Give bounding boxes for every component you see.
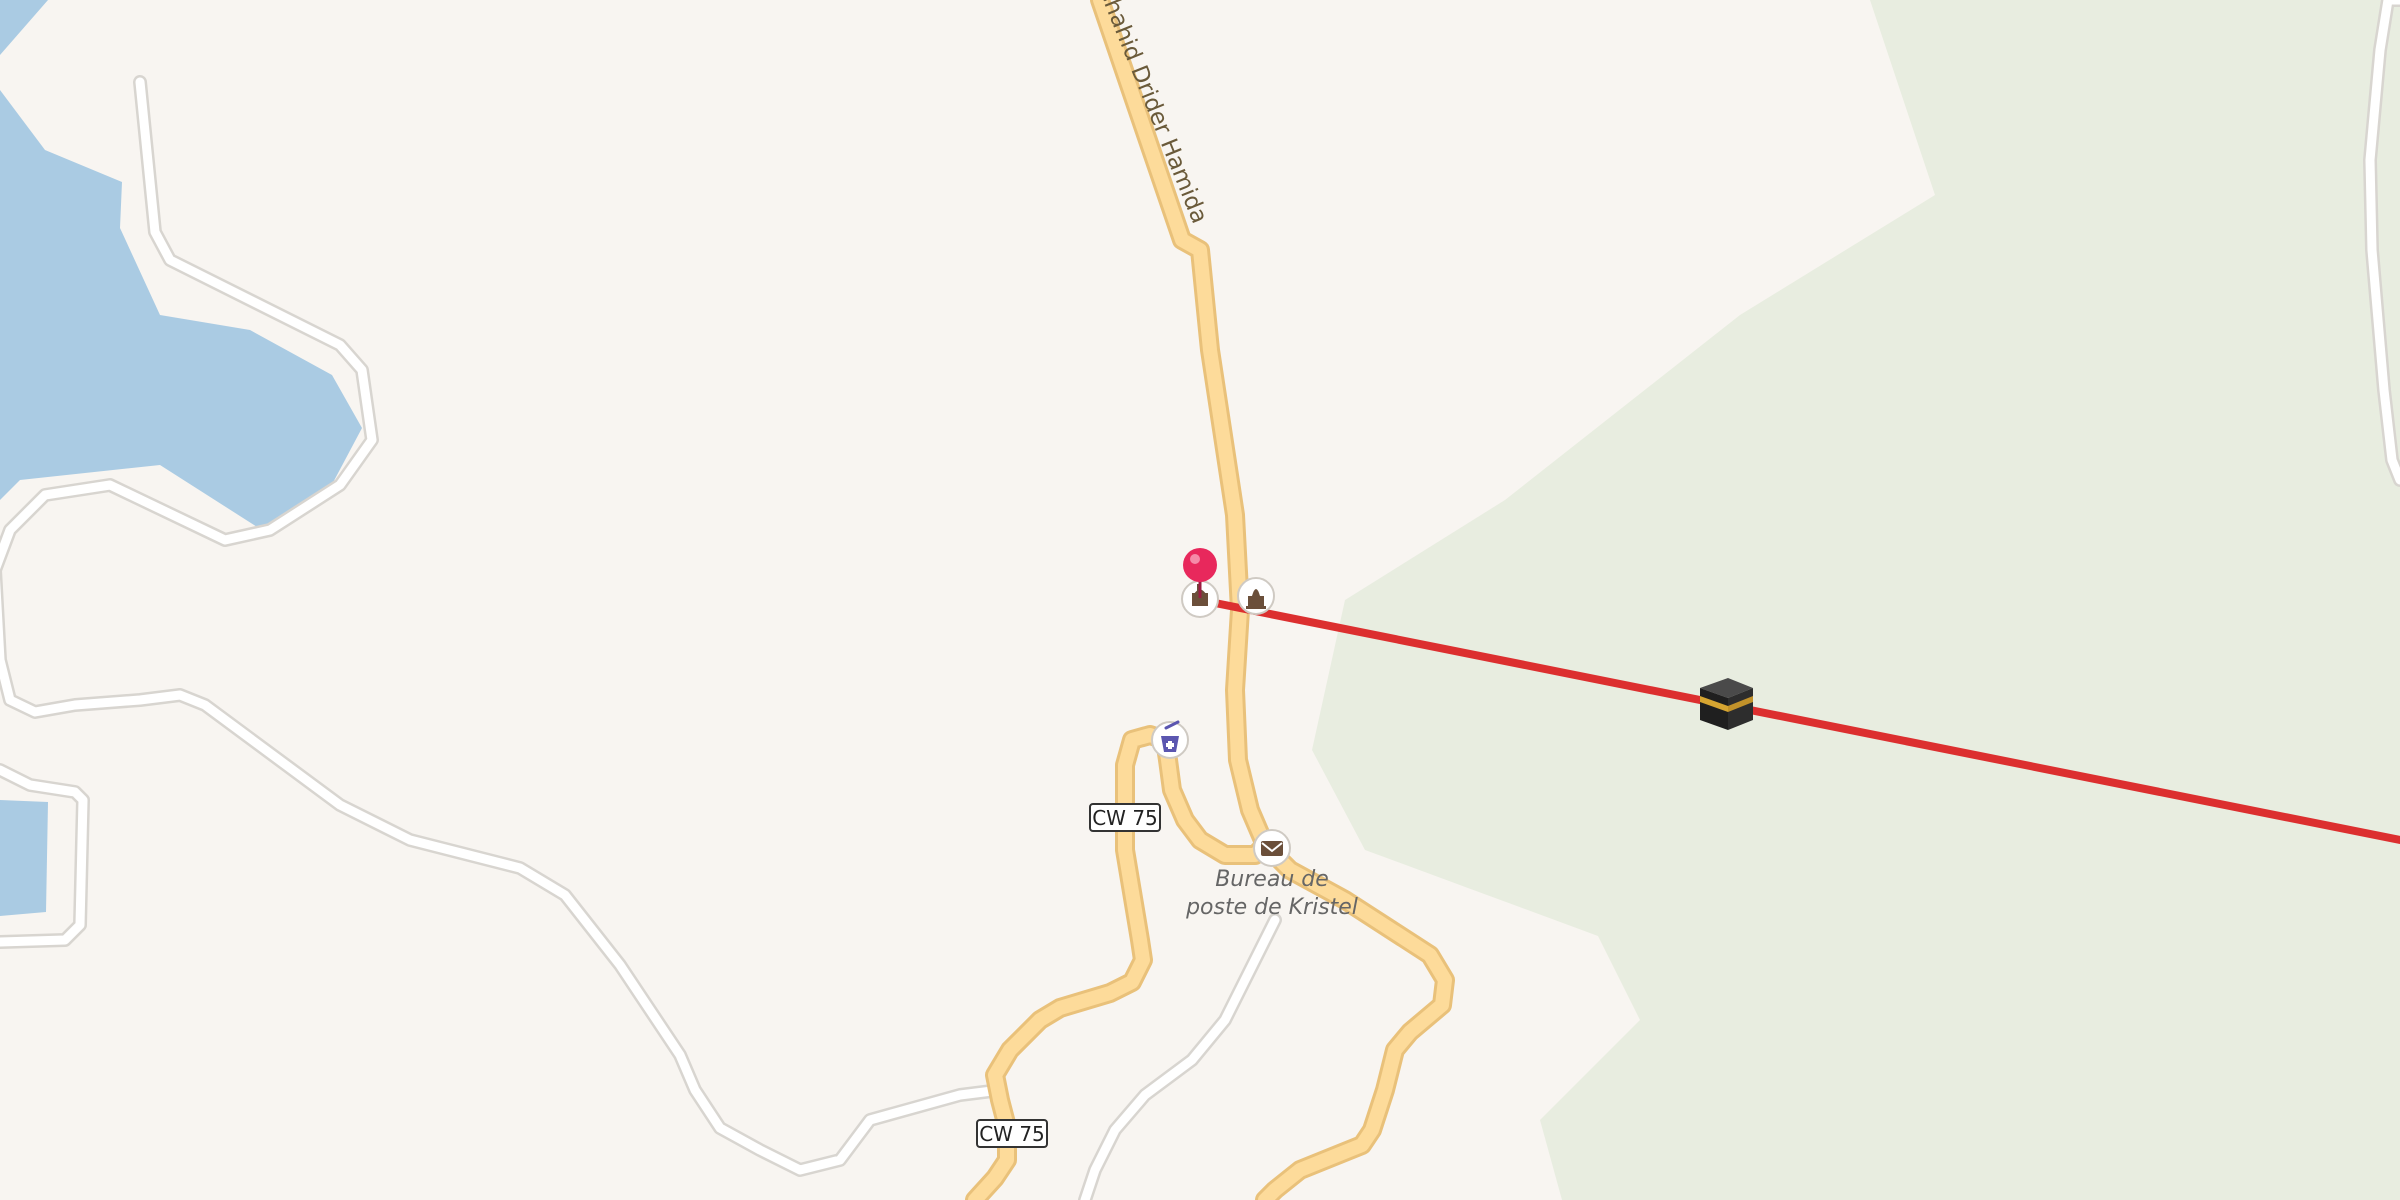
post-office-icon[interactable] xyxy=(1253,829,1291,867)
post-office-label: Bureau de xyxy=(1215,867,1329,892)
post-office-label: poste de Kristel xyxy=(1185,895,1358,920)
water-body-small xyxy=(0,800,48,916)
svg-text:CW 75: CW 75 xyxy=(979,1122,1045,1146)
map-canvas[interactable]: Chahid Drider Hamida CW 75 CW 75 Bureau … xyxy=(0,0,2400,1200)
kaaba-icon[interactable] xyxy=(1700,678,1753,730)
pharmacy-icon[interactable] xyxy=(1151,720,1189,759)
road-shield: CW 75 xyxy=(976,1119,1048,1148)
road-shield: CW 75 xyxy=(1089,803,1161,832)
svg-text:CW 75: CW 75 xyxy=(1092,806,1158,830)
monument-icon[interactable] xyxy=(1237,577,1275,615)
